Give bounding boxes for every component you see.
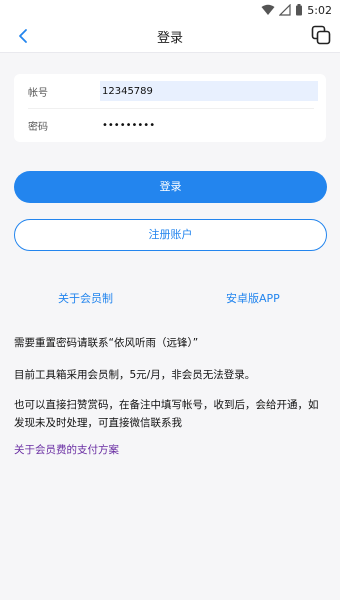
page-title: 登录: [156, 31, 183, 46]
navigation-bar: 登录: [0, 20, 340, 52]
account-row: 帐号: [14, 74, 326, 108]
password-label: 密码: [28, 122, 48, 133]
account-input[interactable]: [100, 81, 318, 101]
status-icons: 5:02: [261, 2, 332, 18]
nav-divider: [0, 52, 340, 53]
membership-price-text: 目前工具箱采用会员制，5元/月，非会员无法登录。: [14, 369, 256, 381]
status-time: 5:02: [307, 3, 332, 17]
donation-instructions-text: 也可以直接扫赞赏码，在备注中填写帐号，收到后，会给开通，如发现未及时处理，可直接…: [14, 399, 319, 429]
android-app-link[interactable]: 安卓版APP: [226, 290, 280, 306]
password-row: 密码: [14, 108, 326, 142]
signal-icon: [279, 4, 291, 16]
login-form-card: 帐号 密码: [14, 74, 326, 142]
login-button[interactable]: 登录: [14, 171, 327, 203]
account-label: 帐号: [28, 88, 48, 99]
member-info-link[interactable]: 关于会员制: [58, 290, 113, 306]
register-button[interactable]: 注册账户: [14, 219, 327, 251]
copy-icon[interactable]: [310, 24, 332, 46]
battery-icon: [296, 4, 303, 16]
status-bar: 5:02: [0, 0, 340, 20]
reset-password-text: 需要重置密码请联系“依风听雨（远锋）”: [14, 337, 199, 349]
password-input[interactable]: [100, 115, 318, 135]
wifi-icon: [261, 4, 275, 15]
payment-plan-link[interactable]: 关于会员费的支付方案: [14, 442, 119, 457]
